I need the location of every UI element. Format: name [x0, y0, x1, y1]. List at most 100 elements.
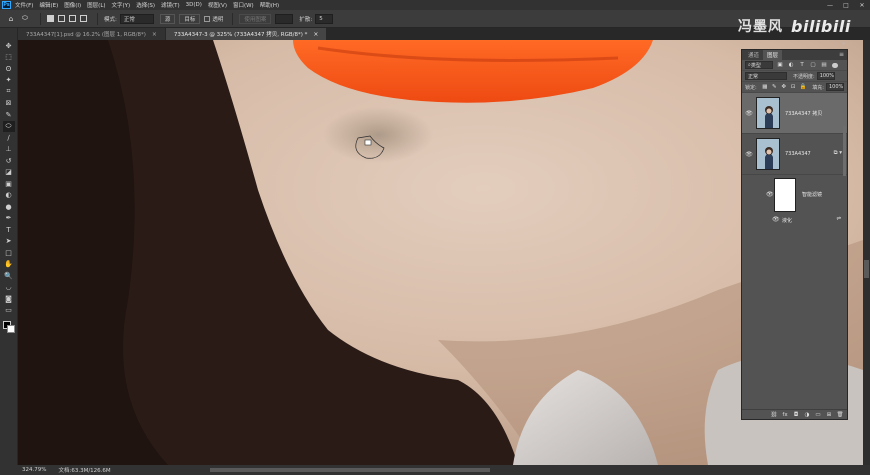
source-button[interactable]: 源: [159, 13, 176, 24]
horizontal-scrollbar-thumb[interactable]: [210, 468, 490, 472]
scrollbar-thumb[interactable]: [864, 260, 869, 278]
new-layer-icon[interactable]: ⊞: [825, 411, 833, 419]
eyedropper-icon[interactable]: ✎: [3, 109, 15, 120]
adjustment-filter-icon[interactable]: ◐: [787, 61, 795, 69]
eraser-icon[interactable]: ◪: [3, 167, 15, 178]
link-layers-icon[interactable]: ⛓: [770, 411, 778, 419]
lock-all-icon[interactable]: 🔒: [799, 83, 806, 91]
lock-image-icon[interactable]: ✎: [771, 83, 777, 91]
brush-icon[interactable]: ∕: [3, 132, 15, 143]
menu-edit[interactable]: 编辑(E): [39, 1, 58, 9]
minimize-button[interactable]: —: [822, 0, 838, 10]
document-size[interactable]: 文档:63.3M/126.6M: [58, 466, 110, 474]
path-select-icon[interactable]: ➤: [3, 236, 15, 247]
magic-wand-icon[interactable]: ✦: [3, 75, 15, 86]
screen-mode-icon[interactable]: ▭: [3, 305, 15, 316]
visibility-eye-icon[interactable]: 👁: [742, 110, 756, 117]
delete-layer-icon[interactable]: 🗑: [836, 411, 844, 419]
tab-layers[interactable]: 图层: [763, 50, 783, 60]
filter-toggle[interactable]: [832, 62, 838, 68]
menu-layer[interactable]: 图层(L): [87, 1, 105, 9]
type-filter-icon[interactable]: T: [798, 61, 806, 69]
fill-input[interactable]: 100%: [825, 83, 844, 91]
add-selection-icon[interactable]: [58, 15, 65, 22]
kind-filter-select[interactable]: ⌕ 类型: [745, 61, 773, 69]
new-selection-icon[interactable]: [47, 15, 54, 22]
type-icon[interactable]: T: [3, 224, 15, 235]
visibility-eye-icon[interactable]: 👁: [742, 151, 756, 158]
history-brush-icon[interactable]: ↺: [3, 155, 15, 166]
menu-type[interactable]: 文字(Y): [112, 1, 131, 9]
menu-view[interactable]: 视图(V): [208, 1, 227, 9]
maximize-button[interactable]: □: [838, 0, 854, 10]
document-canvas[interactable]: [18, 40, 863, 465]
new-group-icon[interactable]: ▭: [814, 411, 822, 419]
pattern-picker[interactable]: [275, 13, 294, 24]
banana-icon[interactable]: ◡: [3, 282, 15, 293]
tool-preset-icon[interactable]: ⬭: [20, 14, 30, 24]
dodge-icon[interactable]: ●: [3, 201, 15, 212]
quick-mask-icon[interactable]: ◙: [3, 293, 15, 304]
stamp-icon[interactable]: ⊥: [3, 144, 15, 155]
pen-icon[interactable]: ✒: [3, 213, 15, 224]
home-icon[interactable]: ⌂: [6, 14, 16, 24]
smart-filter-row[interactable]: 👁 智能滤镜: [742, 175, 847, 215]
lock-position-icon[interactable]: ✥: [781, 83, 787, 91]
shape-icon[interactable]: □: [3, 247, 15, 258]
close-icon[interactable]: ×: [152, 31, 157, 38]
visibility-eye-icon[interactable]: 👁: [772, 216, 780, 223]
blur-icon[interactable]: ◐: [3, 190, 15, 201]
shape-filter-icon[interactable]: ▢: [809, 61, 817, 69]
tab-document-2[interactable]: 733A4347-3 @ 325% (733A4347 拷贝, RGB/8*) …: [165, 28, 327, 40]
crop-icon[interactable]: ⌗: [3, 86, 15, 97]
menu-select[interactable]: 选择(S): [136, 1, 155, 9]
lock-artboard-icon[interactable]: ⊡: [790, 83, 796, 91]
menu-window[interactable]: 窗口(W): [233, 1, 254, 9]
collapse-panel-icon[interactable]: »: [842, 41, 845, 47]
menu-help[interactable]: 帮助(H): [260, 1, 279, 9]
panel-menu-icon[interactable]: ≡: [839, 51, 844, 58]
use-pattern-button[interactable]: 使用图案: [239, 13, 272, 24]
background-color[interactable]: [6, 325, 15, 333]
patch-icon[interactable]: ⬭: [2, 120, 15, 132]
visibility-eye-icon[interactable]: 👁: [766, 191, 774, 198]
lasso-icon[interactable]: ʘ: [3, 63, 15, 74]
target-button[interactable]: 目标: [179, 13, 201, 24]
adjustment-layer-icon[interactable]: ◑: [803, 411, 811, 419]
opacity-input[interactable]: 100%: [816, 72, 835, 80]
menu-3d[interactable]: 3D(D): [186, 2, 202, 8]
frame-icon[interactable]: ⊠: [3, 98, 15, 109]
panel-scrollbar[interactable]: [843, 126, 846, 176]
liquify-filter-row[interactable]: 👁 液化 ⇌: [742, 215, 847, 225]
tab-document-1[interactable]: 733A4347[1].psd @ 16.2% (图层 1, RGB/8*) ×: [18, 28, 165, 40]
subtract-selection-icon[interactable]: [69, 15, 76, 22]
menu-filter[interactable]: 滤镜(T): [161, 1, 180, 9]
gradient-icon[interactable]: ▣: [3, 178, 15, 189]
hand-icon[interactable]: ✋: [3, 259, 15, 270]
zoom-icon[interactable]: 🔍: [3, 270, 15, 281]
marquee-icon[interactable]: ⬚: [3, 52, 15, 63]
move-icon[interactable]: ✥: [3, 40, 15, 51]
pixel-filter-icon[interactable]: ▣: [776, 61, 784, 69]
intersect-selection-icon[interactable]: [80, 15, 87, 22]
vertical-scrollbar[interactable]: [863, 40, 870, 465]
photo: [18, 40, 863, 465]
blend-mode-select[interactable]: 正常: [745, 72, 787, 80]
close-icon[interactable]: ×: [313, 31, 318, 38]
lock-transparent-icon[interactable]: ▦: [762, 83, 768, 91]
layer-row-copy[interactable]: 👁 733A4347 拷贝: [742, 93, 847, 134]
fx-icon[interactable]: fx: [781, 411, 789, 419]
mode-select[interactable]: 正常: [119, 13, 154, 24]
close-button[interactable]: ✕: [854, 0, 870, 10]
smart-object-filter-icon[interactable]: ▤: [820, 61, 828, 69]
filter-options-icon[interactable]: ⇌: [836, 216, 841, 222]
zoom-level[interactable]: 324.79%: [22, 467, 46, 473]
color-swatches[interactable]: [2, 320, 16, 334]
transparent-checkbox[interactable]: [204, 15, 211, 22]
tab-channels[interactable]: 通道: [744, 50, 763, 60]
add-mask-icon[interactable]: ◘: [792, 411, 800, 419]
menu-file[interactable]: 文件(F): [15, 1, 33, 9]
menu-image[interactable]: 图像(I): [64, 1, 81, 9]
layer-row-original[interactable]: 👁 733A4347 ⧉ ▾: [742, 134, 847, 175]
diffusion-input[interactable]: 5: [315, 13, 334, 24]
